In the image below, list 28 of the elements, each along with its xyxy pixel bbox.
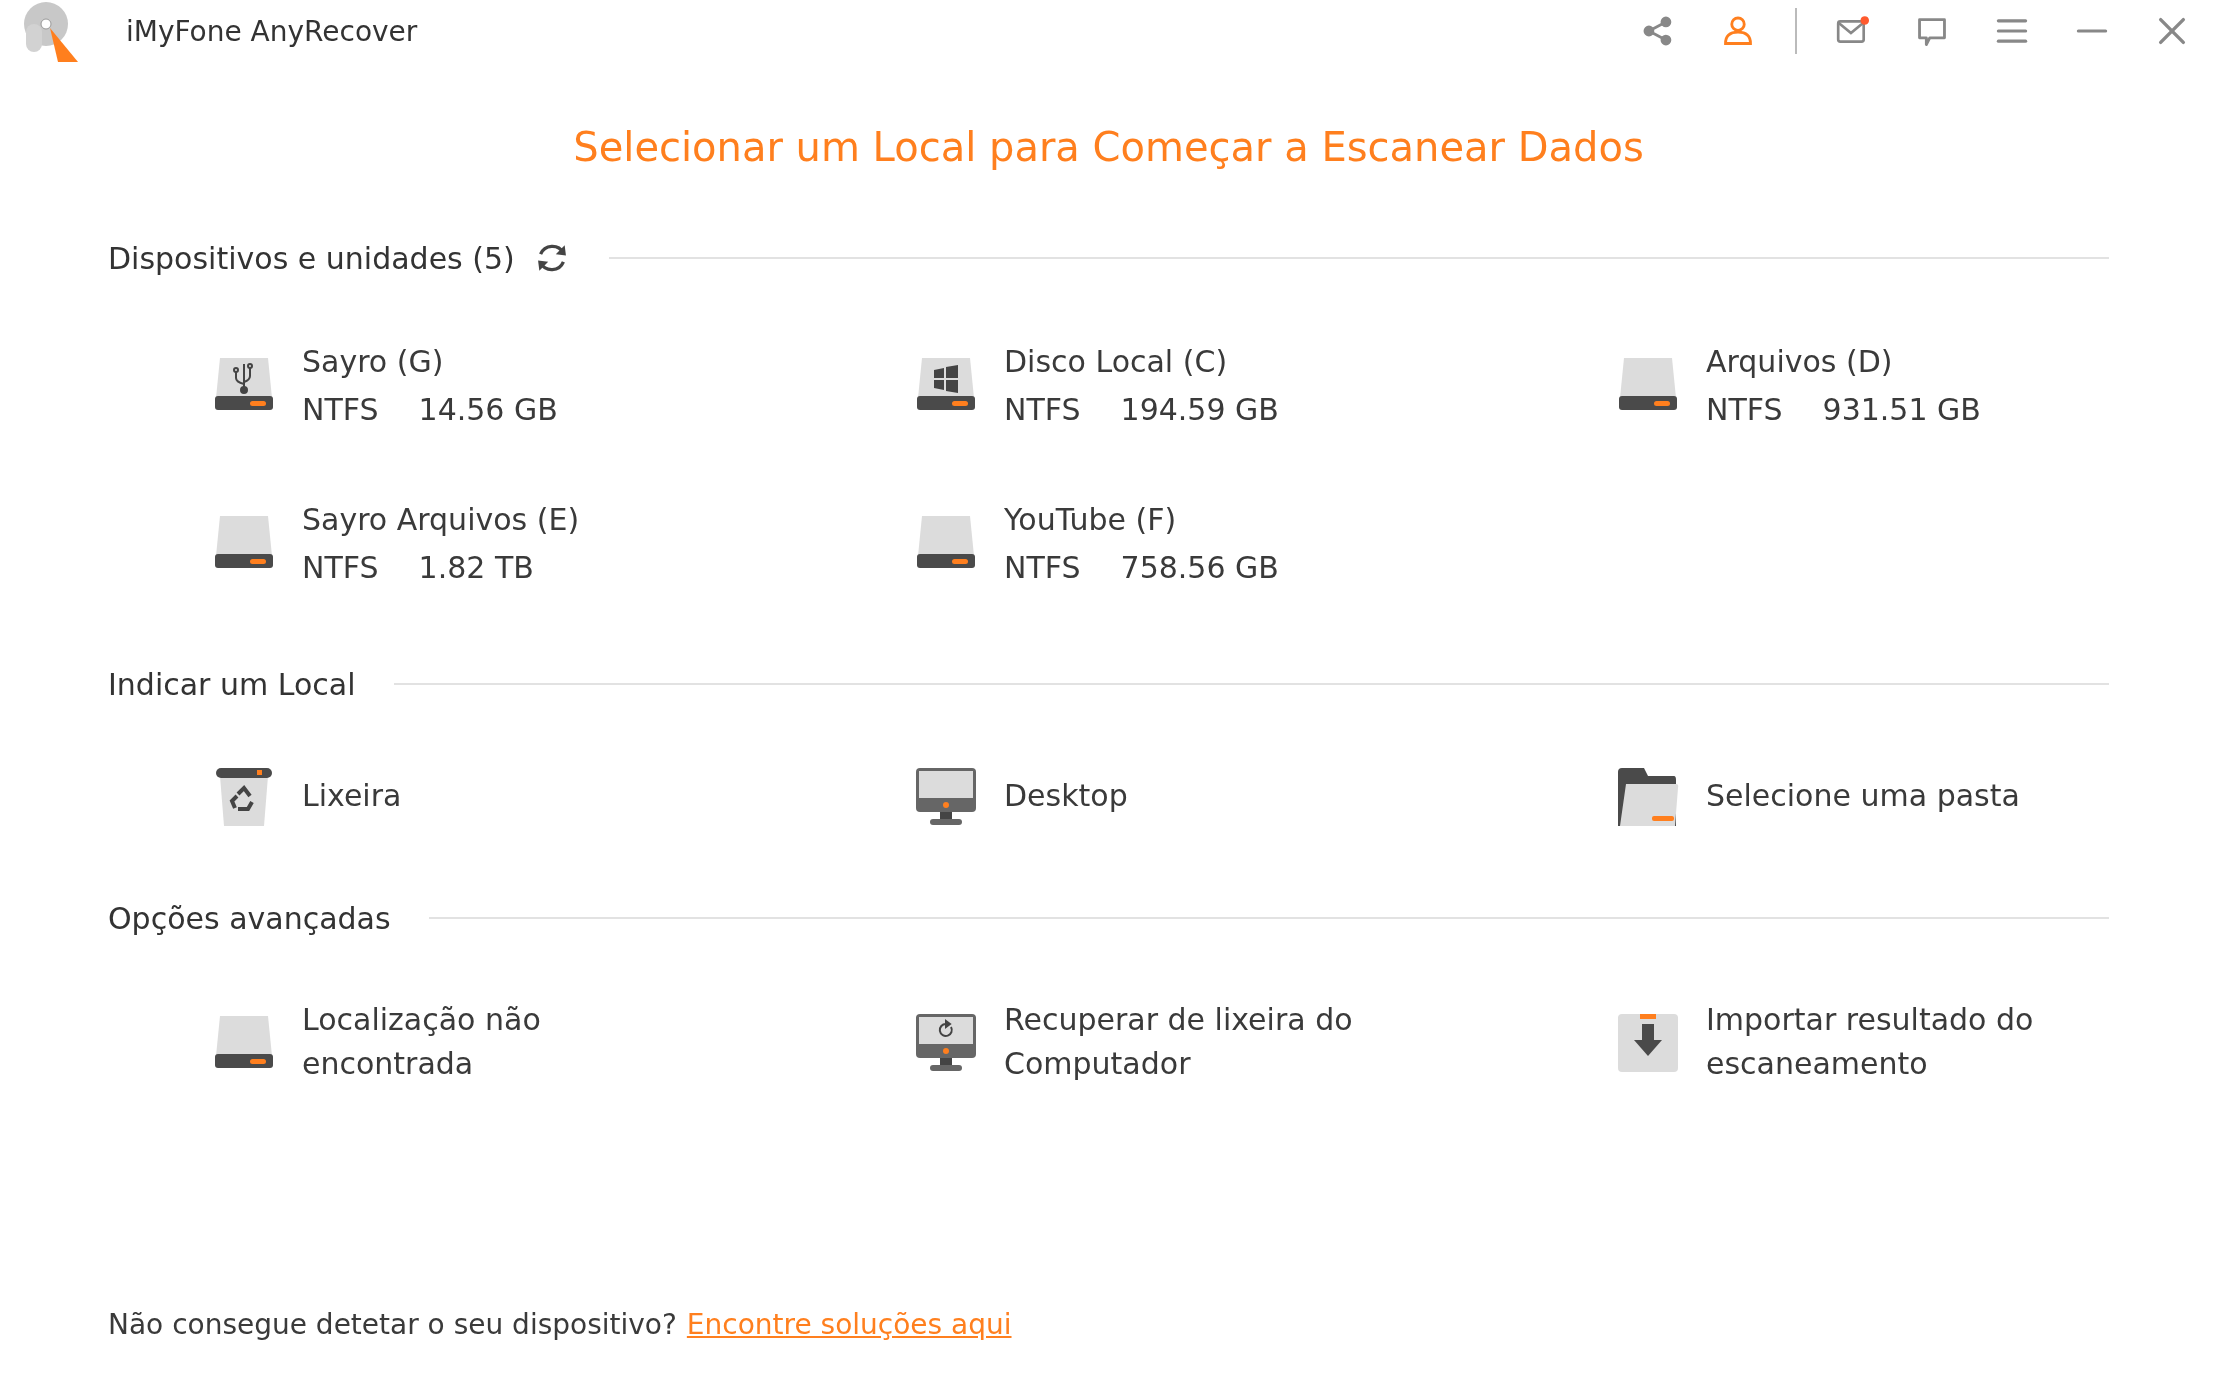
drive-name[interactable]: YouTube (F) — [1004, 496, 1279, 544]
location-label[interactable]: Recuperar de lixeira do Computador — [1004, 998, 1384, 1086]
drive-size: 758.56 GB — [1120, 549, 1279, 587]
file-system: NTFS — [1706, 391, 1783, 429]
drive-size: 14.56 GB — [418, 391, 558, 429]
location-label[interactable]: Localização não encontrada — [302, 998, 682, 1086]
location-label[interactable]: Selecione uma pasta — [1706, 774, 2020, 818]
user-icon[interactable] — [1721, 14, 1755, 48]
file-system: NTFS — [302, 391, 379, 429]
page-heading: Selecionar um Local para Começar a Escanear Dados — [572, 124, 1645, 170]
location-label[interactable]: Importar resultado do escaneamento — [1706, 998, 2086, 1086]
drive-name[interactable]: Sayro (G) — [302, 338, 558, 386]
drive-size: 1.82 TB — [418, 549, 534, 587]
file-system: NTFS — [1004, 391, 1081, 429]
location-label[interactable]: Lixeira — [302, 774, 402, 818]
drive-name[interactable]: Arquivos (D) — [1706, 338, 1981, 386]
section-title: Opções avançadas — [108, 900, 391, 936]
section-title: Dispositivos e unidades (5) — [108, 240, 515, 276]
location-label[interactable]: Desktop — [1004, 774, 1128, 818]
drive-size: 931.51 GB — [1822, 391, 1981, 429]
drive-name[interactable]: Disco Local (C) — [1004, 338, 1279, 386]
file-system: NTFS — [302, 549, 379, 587]
section-title: Indicar um Local — [108, 666, 356, 702]
drive-size: 194.59 GB — [1120, 391, 1279, 429]
window-title: iMyFone AnyRecover — [126, 14, 418, 48]
file-system: NTFS — [1004, 549, 1081, 587]
drive-name[interactable]: Sayro Arquivos (E) — [302, 496, 580, 544]
help-text: Não consegue detetar o seu dispositivo? — [108, 1308, 677, 1341]
